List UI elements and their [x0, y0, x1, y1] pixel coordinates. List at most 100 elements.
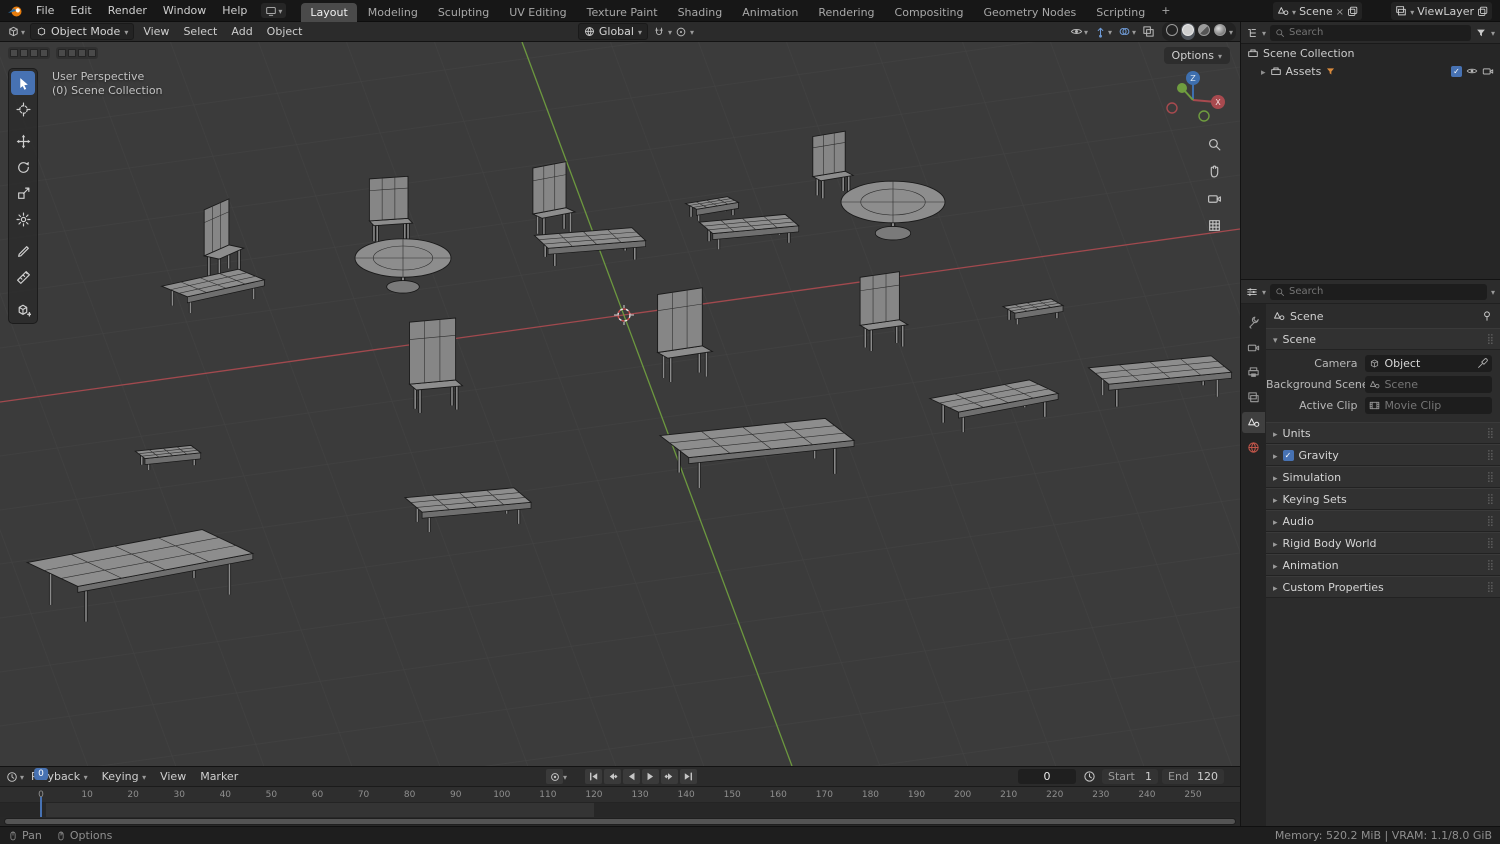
properties-tab-scene[interactable] [1242, 412, 1265, 433]
panel-animation[interactable]: Animation ⣿ [1266, 554, 1500, 576]
xray-toggle[interactable] [1139, 25, 1158, 38]
previous-keyframe-button[interactable] [604, 769, 621, 784]
timeline-scrollbar[interactable] [4, 818, 1236, 825]
pan-hand-icon[interactable] [1204, 161, 1224, 181]
viewport-menu-view[interactable]: View [136, 22, 176, 42]
frame-end-field[interactable]: End 120 [1162, 769, 1224, 784]
keying-menu[interactable]: Keying [95, 767, 153, 787]
workspace-tab-scripting[interactable]: Scripting [1087, 3, 1154, 22]
new-scene-icon[interactable] [1347, 6, 1358, 17]
tool-add-cube[interactable] [11, 297, 35, 321]
jump-to-start-button[interactable] [585, 769, 602, 784]
field-active-clip-input[interactable]: Movie Clip [1365, 397, 1492, 414]
workspace-tab-sculpting[interactable]: Sculpting [429, 3, 498, 22]
outliner-search-input[interactable] [1289, 27, 1466, 38]
outliner-editor-chevron-icon[interactable] [1262, 26, 1266, 39]
panel-drag-icon[interactable]: ⣿ [1487, 450, 1494, 461]
corner-widget-group-2[interactable] [56, 47, 98, 59]
viewlayer-selector[interactable]: ViewLayer [1391, 2, 1492, 20]
viewport-3d[interactable]: User Perspective (0) Scene Collection Op… [0, 42, 1240, 766]
tool-measure[interactable] [11, 265, 35, 289]
properties-tab-render[interactable] [1242, 337, 1265, 358]
timeline-ruler[interactable]: 0 10 20 30 40 50 60 70 80 90 100 110 120 130 140 150 160… [0, 787, 1240, 803]
outliner-editor-icon[interactable] [1246, 27, 1258, 39]
proportional-falloff-chevron-icon[interactable] [690, 25, 694, 38]
menu-edit[interactable]: Edit [62, 0, 99, 22]
workspace-tab-texture-paint[interactable]: Texture Paint [578, 3, 667, 22]
new-viewlayer-icon[interactable] [1477, 6, 1488, 17]
transform-orientation-dropdown[interactable]: Global [577, 23, 648, 40]
render-camera-icon[interactable] [1482, 65, 1494, 77]
viewport-corner-widgets[interactable] [8, 47, 98, 59]
properties-editor-icon[interactable] [1246, 286, 1258, 298]
tool-rotate[interactable] [11, 155, 35, 179]
menu-help[interactable]: Help [214, 0, 255, 22]
field-background-scene-input[interactable]: Scene [1365, 376, 1492, 393]
show-gizmo-toggle[interactable] [1091, 25, 1115, 38]
jump-to-end-button[interactable] [680, 769, 697, 784]
scene-panel-header[interactable]: Scene ⣿ [1266, 328, 1500, 350]
shading-wireframe-button[interactable] [1165, 23, 1179, 40]
tool-annotate[interactable] [11, 239, 35, 263]
properties-search-input[interactable] [1289, 286, 1482, 297]
timeline-menu-marker[interactable]: Marker [193, 767, 245, 787]
viewport-menu-select[interactable]: Select [176, 22, 224, 42]
panel-rigid-body-world[interactable]: Rigid Body World ⣿ [1266, 532, 1500, 554]
properties-tab-output[interactable] [1242, 362, 1265, 383]
properties-filter-chevron-icon[interactable] [1491, 285, 1495, 298]
playhead-line[interactable] [40, 797, 42, 817]
pin-icon[interactable] [1481, 310, 1493, 322]
play-button[interactable] [642, 769, 659, 784]
gravity-checkbox[interactable] [1282, 449, 1294, 461]
menu-window[interactable]: Window [155, 0, 214, 22]
timeline-track-area[interactable] [0, 803, 1240, 817]
editor-type-button[interactable] [4, 25, 28, 38]
panel-keying-sets[interactable]: Keying Sets ⣿ [1266, 488, 1500, 510]
show-overlays-toggle[interactable] [1115, 25, 1139, 38]
panel-drag-icon[interactable]: ⣿ [1487, 560, 1494, 571]
hide-eye-icon[interactable] [1466, 65, 1478, 77]
shading-solid-button[interactable] [1180, 23, 1195, 40]
workspace-tab-uv-editing[interactable]: UV Editing [500, 3, 575, 22]
object-type-visibility-button[interactable] [1067, 25, 1091, 38]
panel-units[interactable]: Units ⣿ [1266, 422, 1500, 444]
workspace-tab-geometry-nodes[interactable]: Geometry Nodes [974, 3, 1085, 22]
panel-drag-icon[interactable]: ⣿ [1487, 538, 1494, 549]
exclude-checkbox[interactable] [1451, 65, 1462, 77]
current-frame-field[interactable]: 0 [1018, 769, 1076, 784]
disclosure-icon[interactable] [1261, 65, 1266, 78]
shading-rendered-button[interactable] [1213, 23, 1227, 40]
outliner-search[interactable] [1270, 24, 1471, 41]
panel-gravity[interactable]: Gravity ⣿ [1266, 444, 1500, 466]
workspace-tab-animation[interactable]: Animation [733, 3, 807, 22]
scene-selector[interactable]: Scene [1273, 2, 1362, 20]
blender-logo-icon[interactable] [6, 3, 24, 19]
properties-editor-chevron-icon[interactable] [1262, 285, 1266, 298]
workspace-tab-compositing[interactable]: Compositing [886, 3, 973, 22]
panel-drag-icon[interactable]: ⣿ [1487, 428, 1494, 439]
panel-simulation[interactable]: Simulation ⣿ [1266, 466, 1500, 488]
snap-toggle[interactable] [650, 26, 668, 38]
properties-tab-view-layer[interactable] [1242, 387, 1265, 408]
orthographic-toggle-icon[interactable] [1204, 215, 1224, 235]
next-keyframe-button[interactable] [661, 769, 678, 784]
menu-file[interactable]: File [28, 0, 62, 22]
field-camera-input[interactable]: Object [1365, 355, 1492, 372]
camera-view-icon[interactable] [1204, 188, 1224, 208]
workspace-tab-shading[interactable]: Shading [669, 3, 732, 22]
panel-drag-icon[interactable]: ⣿ [1487, 334, 1494, 345]
outliner-filter-chevron-icon[interactable] [1491, 26, 1495, 39]
panel-drag-icon[interactable]: ⣿ [1487, 494, 1494, 505]
shading-material-button[interactable] [1197, 23, 1211, 40]
properties-search[interactable] [1270, 283, 1487, 300]
outliner-row-scene-collection[interactable]: Scene Collection [1241, 44, 1500, 62]
properties-tab-world[interactable] [1242, 437, 1265, 458]
auto-keying-chevron-icon[interactable] [563, 770, 567, 783]
tool-scale[interactable] [11, 181, 35, 205]
workspace-tab-modeling[interactable]: Modeling [359, 3, 427, 22]
corner-widget-group-1[interactable] [8, 47, 50, 59]
shading-chevron-icon[interactable] [1229, 25, 1233, 38]
mode-dropdown[interactable]: Object Mode [30, 23, 135, 40]
tool-cursor[interactable] [11, 97, 35, 121]
current-frame-marker[interactable]: 0 [34, 768, 48, 780]
